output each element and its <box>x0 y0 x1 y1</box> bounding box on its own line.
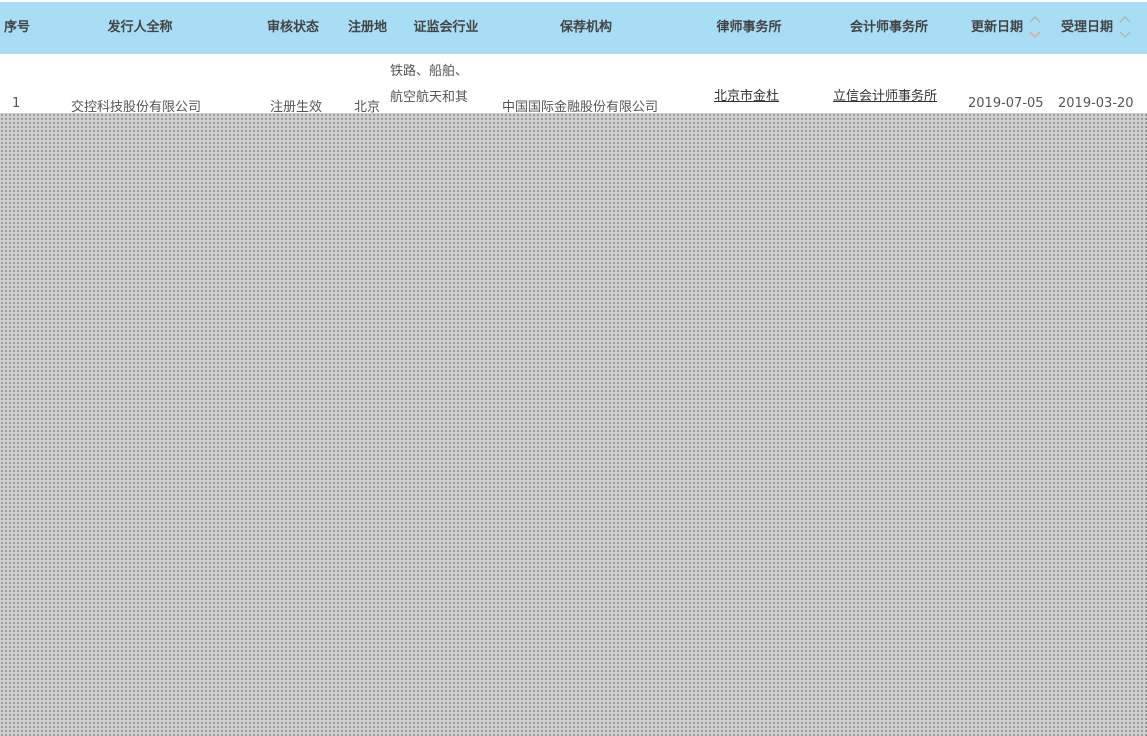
header-index: 序号 <box>3 20 30 35</box>
cell-law-firm-link[interactable]: 北京市金杜 <box>714 85 779 104</box>
cell-update-date: 2019-07-05 <box>968 96 1044 111</box>
cell-industry-line-1: 铁路、船舶、 <box>390 64 469 79</box>
header-issuer: 发行人全称 <box>107 20 173 35</box>
accept-date-sort-icon[interactable] <box>1118 14 1132 40</box>
table-header: 序号 发行人全称 审核状态 注册地 证监会行业 保荐机构 律师事务所 会计师事务… <box>0 2 1147 54</box>
header-law-firm: 律师事务所 <box>716 20 782 35</box>
update-date-sort-icon[interactable] <box>1028 14 1042 40</box>
header-sponsor: 保荐机构 <box>559 20 612 35</box>
cell-accept-date: 2019-03-20 <box>1058 96 1134 111</box>
header-industry: 证监会行业 <box>413 20 479 35</box>
cell-accounting-firm-link[interactable]: 立信会计师事务所 <box>833 85 937 104</box>
page: 序号 发行人全称 审核状态 注册地 证监会行业 保荐机构 律师事务所 会计师事务… <box>0 0 1147 736</box>
header-update-date[interactable]: 更新日期 <box>966 2 1028 54</box>
cell-industry-line-2: 航空航天和其 <box>390 90 469 105</box>
header-accept-date[interactable]: 受理日期 <box>1056 2 1118 54</box>
header-accounting-firm: 会计师事务所 <box>849 20 928 35</box>
header-region: 注册地 <box>347 20 387 35</box>
redaction-overlay <box>0 113 1147 736</box>
cell-index: 1 <box>12 96 21 111</box>
header-status: 审核状态 <box>266 20 319 35</box>
